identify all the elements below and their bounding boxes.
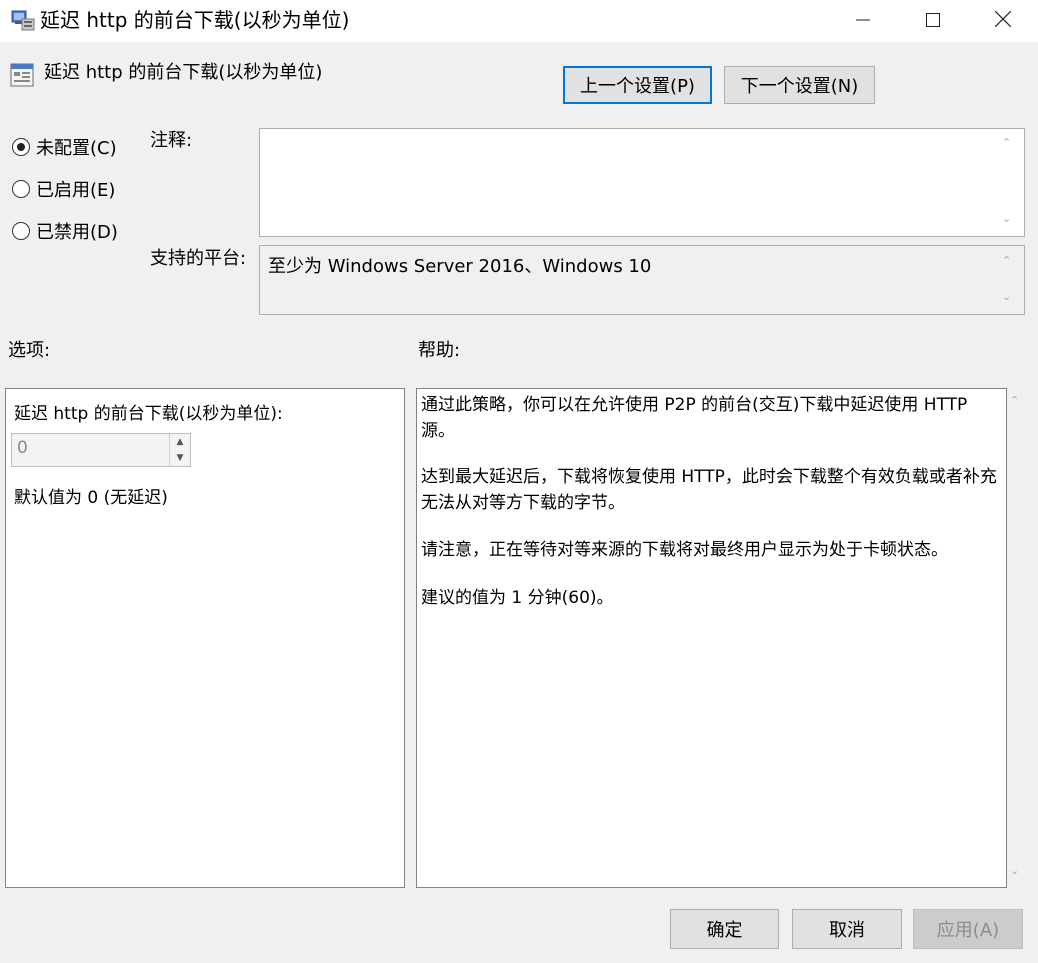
- spinner-up-icon[interactable]: ▲: [169, 434, 190, 450]
- platform-scroll-up-icon[interactable]: ⌃: [1002, 254, 1011, 267]
- radio-label: 已启用(E): [36, 180, 116, 201]
- window-title: 延迟 http 的前台下载(以秒为单位): [40, 8, 350, 32]
- platform-scroll-down-icon[interactable]: ⌄: [1002, 290, 1011, 303]
- minimize-button[interactable]: [828, 0, 898, 42]
- cancel-button[interactable]: 取消: [792, 909, 902, 949]
- supported-platform-label: 支持的平台:: [150, 248, 247, 269]
- comment-label: 注释:: [150, 130, 193, 151]
- options-section-label: 选项:: [8, 340, 51, 361]
- policy-setting-icon: [9, 62, 35, 88]
- maximize-icon: [926, 12, 940, 31]
- help-scroll-down-icon[interactable]: ⌄: [1010, 864, 1019, 877]
- help-paragraph: 请注意，正在等待对等来源的下载将对最终用户显示为处于卡顿状态。: [421, 540, 948, 560]
- delay-option-label: 延迟 http 的前台下载(以秒为单位):: [14, 404, 283, 424]
- radio-not-configured[interactable]: 未配置(C): [12, 134, 117, 160]
- group-policy-app-icon: [10, 8, 36, 32]
- comment-scroll-down-icon[interactable]: ⌄: [1002, 212, 1011, 225]
- radio-disabled[interactable]: 已禁用(D): [12, 218, 118, 244]
- help-paragraph: 通过此策略，你可以在允许使用 P2P 的前台(交互)下载中延迟使用 HTTP 源…: [421, 395, 968, 441]
- options-panel: 延迟 http 的前台下载(以秒为单位): 0 ▲ ▼ 默认值为 0 (无延迟): [5, 388, 405, 888]
- radio-unchecked-indicator: [12, 222, 30, 240]
- help-section-label: 帮助:: [418, 340, 461, 361]
- radio-label: 未配置(C): [36, 138, 117, 159]
- policy-title: 延迟 http 的前台下载(以秒为单位): [44, 62, 323, 83]
- previous-setting-button[interactable]: 上一个设置(P): [563, 66, 712, 104]
- radio-label: 已禁用(D): [36, 222, 118, 243]
- close-icon: [994, 10, 1012, 31]
- delay-seconds-spinner[interactable]: 0 ▲ ▼: [11, 433, 191, 467]
- title-bar: 延迟 http 的前台下载(以秒为单位): [0, 0, 1038, 42]
- apply-button[interactable]: 应用(A): [913, 909, 1023, 949]
- comment-textarea[interactable]: [259, 128, 1025, 237]
- default-value-note: 默认值为 0 (无延迟): [14, 488, 168, 508]
- supported-platform-value: 至少为 Windows Server 2016、Windows 10: [268, 256, 652, 277]
- supported-platform-box: 至少为 Windows Server 2016、Windows 10: [259, 245, 1025, 315]
- help-scroll-up-icon[interactable]: ⌃: [1010, 394, 1019, 407]
- ok-button[interactable]: 确定: [670, 909, 779, 949]
- help-panel: 通过此策略，你可以在允许使用 P2P 的前台(交互)下载中延迟使用 HTTP 源…: [416, 388, 1007, 888]
- comment-scroll-up-icon[interactable]: ⌃: [1002, 136, 1011, 149]
- radio-unchecked-indicator: [12, 180, 30, 198]
- help-paragraph: 建议的值为 1 分钟(60)。: [421, 588, 614, 608]
- minimize-icon: [856, 12, 870, 31]
- radio-enabled[interactable]: 已启用(E): [12, 176, 115, 202]
- close-button[interactable]: [968, 0, 1038, 42]
- maximize-button[interactable]: [898, 0, 968, 42]
- delay-seconds-value: 0: [17, 438, 28, 458]
- next-setting-button[interactable]: 下一个设置(N): [724, 66, 875, 104]
- radio-checked-indicator: [12, 138, 30, 156]
- help-paragraph: 达到最大延迟后，下载将恢复使用 HTTP，此时会下载整个有效负载或者补充无法从对…: [421, 467, 997, 513]
- spinner-down-icon[interactable]: ▼: [169, 450, 190, 466]
